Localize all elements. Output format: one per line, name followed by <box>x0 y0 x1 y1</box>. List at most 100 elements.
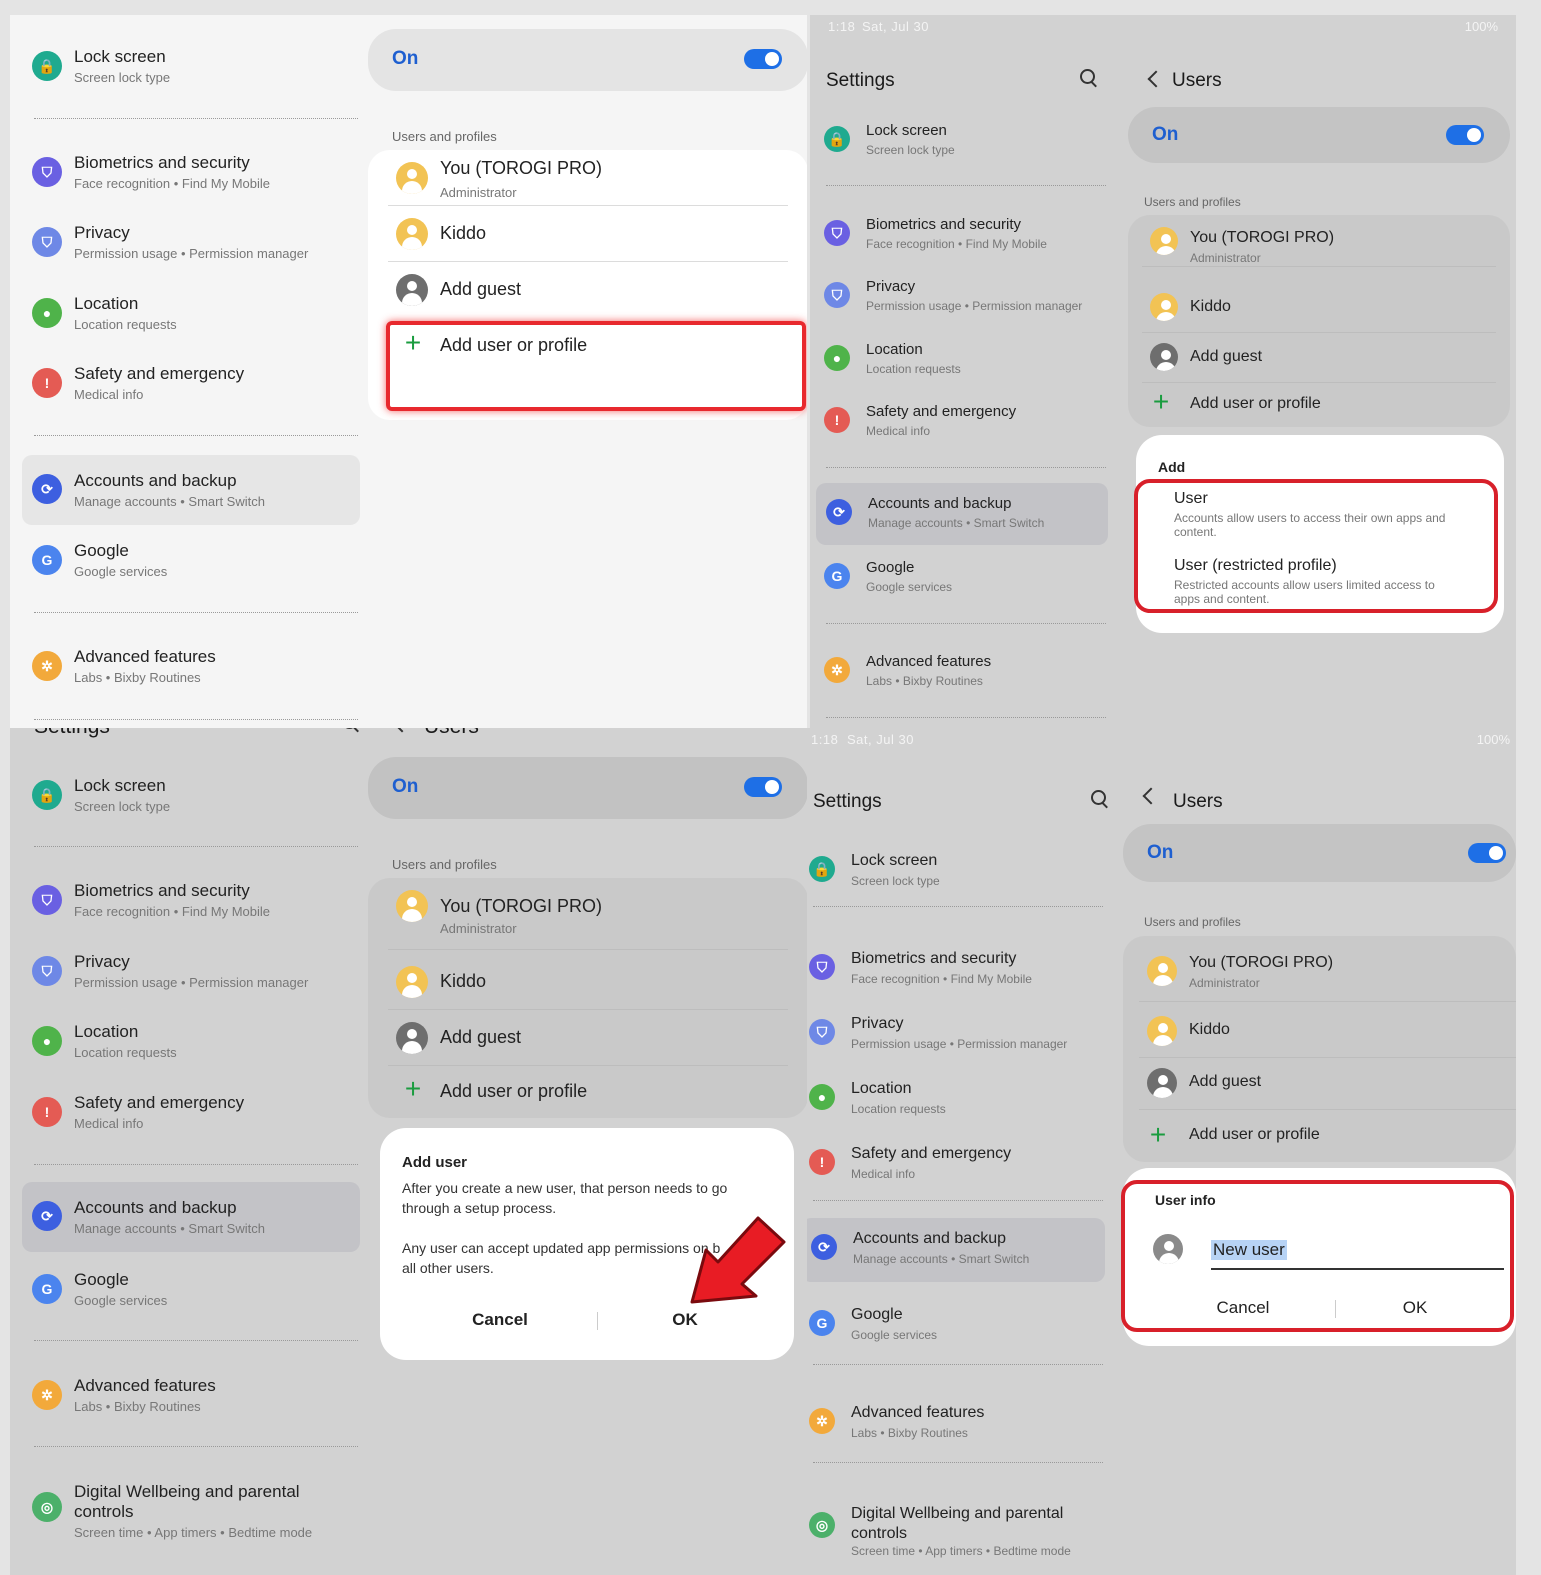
settings-item-advanced[interactable]: ✲ Advanced features Labs • Bixby Routines <box>22 1364 360 1428</box>
settings-header: Settings <box>34 728 370 746</box>
user-row-kiddo[interactable]: Kiddo <box>388 954 788 1010</box>
user-role: Administrator <box>1189 976 1260 990</box>
user-name: Kiddo <box>1190 298 1231 315</box>
item-title: Privacy <box>866 278 916 295</box>
multi-user-switch[interactable] <box>1446 125 1484 145</box>
settings-item-location[interactable]: ● Location Location requests <box>807 1068 1105 1132</box>
settings-item-safety[interactable]: ! Safety and emergency Medical info <box>22 352 360 416</box>
settings-item-lock-screen[interactable]: 🔒 Lock screen Screen lock type <box>814 110 1108 174</box>
add-user-or-profile-button[interactable]: + Add user or profile <box>388 1066 788 1118</box>
user-info-dialog: User info New user Cancel OK <box>1121 1168 1516 1346</box>
user-name: You (TOROGI PRO) <box>1189 954 1334 971</box>
users-toggle-card[interactable]: On <box>368 29 807 91</box>
item-sub: Location requests <box>866 362 961 376</box>
settings-item-privacy[interactable]: ⛉ Privacy Permission usage • Permission ma… <box>814 266 1108 330</box>
settings-item-lock-screen[interactable]: 🔒 Lock screen Screen lock type <box>22 35 360 99</box>
settings-item-advanced[interactable]: ✲ Advanced features Labs • Bixby Routines <box>22 635 360 699</box>
add-menu-popup: Add User Accounts allow users to access … <box>1134 435 1504 633</box>
users-toggle-card[interactable]: On <box>1128 107 1510 163</box>
back-arrow-icon[interactable] <box>393 728 411 733</box>
settings-item-advanced[interactable]: ✲ Advanced features Labs • Bixby Routines <box>807 1392 1105 1456</box>
user-row-owner[interactable]: You (TOROGI PRO) Administrator <box>1142 215 1496 267</box>
settings-item-location[interactable]: ● Location Location requests <box>22 282 360 346</box>
settings-item-google[interactable]: G Google Google services <box>807 1294 1105 1358</box>
alert-icon: ! <box>824 407 850 433</box>
item-title: Lock screen <box>74 47 166 66</box>
user-row-kiddo[interactable]: Kiddo <box>1139 1006 1516 1058</box>
settings-title: Settings <box>826 70 895 91</box>
settings-item-safety[interactable]: ! Safety and emergency Medical info <box>814 391 1108 455</box>
item-title: Location <box>74 1022 139 1041</box>
alert-icon: ! <box>32 1097 62 1127</box>
settings-item-location[interactable]: ● Location Location requests <box>22 1010 360 1074</box>
settings-item-safety[interactable]: ! Safety and emergency Medical info <box>807 1133 1105 1197</box>
settings-item-digital-wellbeing[interactable]: ◎ Digital Wellbeing and parental controls… <box>807 1492 1105 1572</box>
cancel-button[interactable]: Cancel <box>420 1310 580 1330</box>
multi-user-switch[interactable] <box>744 49 782 69</box>
user-row-add-guest[interactable]: Add guest <box>388 262 788 318</box>
users-toggle-card[interactable]: On <box>368 757 807 819</box>
item-title: Accounts and backup <box>853 1230 1006 1247</box>
settings-item-accounts[interactable]: ⟳ Accounts and backup Manage accounts • Sm… <box>807 1218 1105 1282</box>
user-row-owner[interactable]: You (TOROGI PRO) Administrator <box>388 150 788 206</box>
item-sub: Google services <box>74 564 168 579</box>
user-row-owner[interactable]: You (TOROGI PRO) Administrator <box>1139 944 1516 1002</box>
user-row-add-guest[interactable]: Add guest <box>388 1010 788 1066</box>
settings-item-location[interactable]: ● Location Location requests <box>814 329 1108 393</box>
settings-item-google[interactable]: G Google Google services <box>814 547 1108 611</box>
settings-item-biometrics[interactable]: ⛉ Biometrics and security Face recognition… <box>22 141 360 205</box>
settings-item-privacy[interactable]: ⛉ Privacy Permission usage • Permission ma… <box>22 211 360 275</box>
settings-item-google[interactable]: G Google Google services <box>22 529 360 593</box>
item-title: Safety and emergency <box>866 403 1017 420</box>
item-sub: Google services <box>74 1293 168 1308</box>
item-title: Safety and emergency <box>74 364 245 383</box>
search-icon[interactable] <box>1080 69 1097 88</box>
ok-button[interactable]: OK <box>605 1310 765 1330</box>
settings-item-privacy[interactable]: ⛉ Privacy Permission usage • Permission ma… <box>807 1003 1105 1067</box>
settings-item-safety[interactable]: ! Safety and emergency Medical info <box>22 1081 360 1145</box>
users-title: Users <box>1172 70 1222 91</box>
settings-item-biometrics[interactable]: ⛉ Biometrics and security Face recognition… <box>22 869 360 933</box>
user-row-kiddo[interactable]: Kiddo <box>1142 283 1496 333</box>
settings-item-lock-screen[interactable]: 🔒 Lock screen Screen lock type <box>22 764 360 828</box>
settings-item-accounts[interactable]: ⟳ Accounts and backup Manage accounts • Sm… <box>22 455 360 525</box>
item-title: Biometrics and security <box>866 216 1022 233</box>
item-sub: Screen lock type <box>866 143 955 157</box>
back-arrow-icon[interactable] <box>1147 70 1165 88</box>
search-icon[interactable] <box>1091 790 1108 809</box>
search-icon[interactable] <box>342 728 359 733</box>
settings-item-accounts[interactable]: ⟳ Accounts and backup Manage accounts • Sm… <box>22 1182 360 1252</box>
toggle-label: On <box>1152 124 1179 145</box>
item-sub: Screen lock type <box>851 874 940 888</box>
divider <box>34 1164 358 1165</box>
add-user-or-profile-button[interactable]: + Add user or profile <box>1139 1110 1516 1162</box>
add-user-or-profile-button[interactable]: + Add user or profile <box>1142 383 1496 427</box>
settings-item-biometrics[interactable]: ⛉ Biometrics and security Face recognition… <box>807 938 1105 1002</box>
settings-item-digital-wellbeing[interactable]: ◎ Digital Wellbeing and parental controls… <box>22 1470 360 1554</box>
settings-item-advanced[interactable]: ✲ Advanced features Labs • Bixby Routines <box>814 641 1108 705</box>
gear-icon: ✲ <box>32 1380 62 1410</box>
item-title: Biometrics and security <box>851 950 1017 967</box>
user-row-kiddo[interactable]: Kiddo <box>388 206 788 262</box>
settings-item-biometrics[interactable]: ⛉ Biometrics and security Face recognition… <box>814 204 1108 268</box>
settings-item-google[interactable]: G Google Google services <box>22 1258 360 1322</box>
settings-item-privacy[interactable]: ⛉ Privacy Permission usage • Permission ma… <box>22 940 360 1004</box>
item-title: Google <box>866 559 915 576</box>
guest-avatar-icon <box>1147 1068 1177 1098</box>
section-label: Users and profiles <box>1144 195 1241 209</box>
users-header: Users <box>1173 782 1516 822</box>
settings-item-lock-screen[interactable]: 🔒 Lock screen Screen lock type <box>807 840 1105 904</box>
user-row-add-guest[interactable]: Add guest <box>1142 333 1496 383</box>
back-arrow-icon[interactable] <box>1142 787 1160 805</box>
settings-item-accounts[interactable]: ⟳ Accounts and backup Manage accounts • Sm… <box>816 483 1108 545</box>
settings-list: Settings 🔒 Lock screen Screen lock type ⛉ B… <box>807 728 1115 1575</box>
lock-icon: 🔒 <box>32 780 62 810</box>
user-row-owner[interactable]: You (TOROGI PRO) Administrator <box>388 878 788 950</box>
multi-user-switch[interactable] <box>1468 843 1506 863</box>
item-sub: Screen time • App timers • Bedtime mode <box>74 1525 313 1540</box>
item-sub: Medical info <box>866 424 931 438</box>
users-toggle-card[interactable]: On <box>1123 824 1516 882</box>
user-row-add-guest[interactable]: Add guest <box>1139 1058 1516 1110</box>
multi-user-switch[interactable] <box>744 777 782 797</box>
item-sub: Manage accounts • Smart Switch <box>868 516 1045 530</box>
